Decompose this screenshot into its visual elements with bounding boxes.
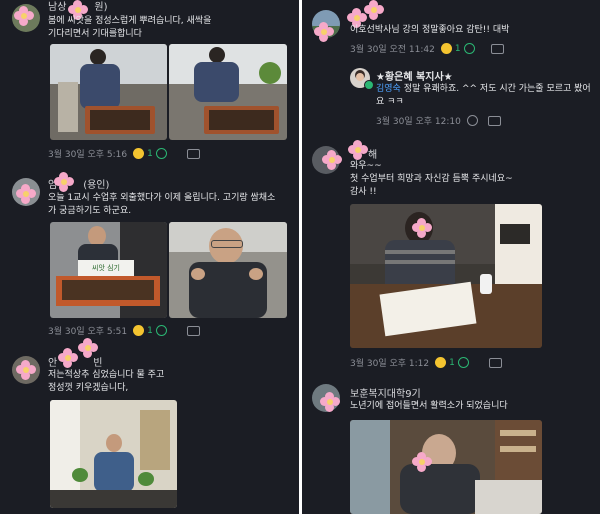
emoji-reaction-icon [133,148,145,159]
reaction-add-icon [457,357,469,368]
seed-sign: 씨앗 심기 [78,260,134,276]
verified-badge-icon [364,80,374,90]
post-photo[interactable] [169,222,287,318]
post-photo[interactable] [350,420,542,514]
post-meta: 3월 30일 오후 1:12 1 [350,356,502,369]
post-photo[interactable]: 씨앗 심기 [50,222,167,318]
flower-sticker-icon [364,0,384,20]
post-photo[interactable] [50,400,177,508]
post-author[interactable]: 해 [368,146,377,161]
post-text: 노년기에 접어들면서 활력소가 되었습니다 [350,401,508,411]
post-time: 3월 30일 오후 5:51 [48,327,128,337]
reaction-add-icon [466,115,478,126]
post-meta: 3월 30일 오전 11:42 1 [350,42,504,55]
like-button[interactable] [466,115,478,126]
flower-sticker-icon [78,338,98,358]
emoji-reaction-icon [440,43,452,54]
comment-icon[interactable] [186,325,200,336]
like-count[interactable]: 1 [133,325,167,336]
flower-sticker-icon [348,140,368,160]
like-count[interactable]: 1 [435,357,469,368]
like-count[interactable]: 1 [440,43,475,54]
reply-time: 3월 30일 오후 12:10 [376,117,461,127]
reply-text: 김영숙 정말 유쾌하죠. ^^ 저도 시간 가는줄 모르고 봤어요 ㅋㅋ [376,84,591,107]
comment-icon[interactable] [186,148,200,159]
post-author[interactable]: 보훈복지대학9기 [350,385,421,400]
emoji-reaction-icon [435,357,447,368]
flower-sticker-icon [320,392,340,412]
avatar[interactable] [12,178,40,206]
post-meta: 3월 30일 오후 5:51 1 [48,324,200,337]
emoji-reaction-icon [133,325,145,336]
post-text: 오늘 1교시 수업후 외출했다가 이제 올립니다. 고기랑 쌈채소 가 궁금하기… [48,193,276,216]
flower-sticker-icon [54,172,74,192]
comment-icon[interactable] [490,43,504,54]
flower-sticker-icon [16,184,36,204]
flower-sticker-icon [412,218,432,238]
flower-sticker-icon [14,6,34,26]
reaction-add-icon [155,325,167,336]
flower-sticker-icon [412,452,432,472]
post-meta: 3월 30일 오후 5:16 1 [48,147,200,160]
comment-icon[interactable] [487,115,501,126]
like-count[interactable]: 1 [133,148,167,159]
reaction-add-icon [463,43,475,54]
post-text: 봄에 씨앗을 정성스럽게 뿌려습니다, 새싹을 기다리면서 기대를합니다 [48,16,212,39]
avatar[interactable] [12,4,40,32]
flower-sticker-icon [58,348,78,368]
comment-icon[interactable] [488,357,502,368]
post-text: 와우~~ 첫 수업부터 희망과 자신감 듬뿍 주시네요~ 감사 !! [350,161,513,197]
reaction-add-icon [155,148,167,159]
post-time: 3월 30일 오전 11:42 [350,45,435,55]
reply-meta: 3월 30일 오후 12:10 [376,114,501,127]
avatar[interactable] [12,356,40,384]
post-text: 이호선박사님 강의 정말좋아요 감탄!! 대박 [350,25,510,35]
left-feed-panel: 남상 원) 봄에 씨앗을 정성스럽게 뿌려습니다, 새싹을 기다리면서 기대를합니… [0,0,299,514]
mention-link[interactable]: 김영숙 [376,84,401,94]
post-time: 3월 30일 오후 5:16 [48,150,128,160]
reply-author[interactable]: ★황은혜 복지사★ [376,68,453,83]
flower-sticker-icon [314,22,334,42]
post-photo[interactable] [350,204,542,348]
right-feed-panel: 이호선박사님 강의 정말좋아요 감탄!! 대박 3월 30일 오전 11:42 … [302,0,600,514]
post-time: 3월 30일 오후 1:12 [350,359,430,369]
flower-sticker-icon [16,360,36,380]
flower-sticker-icon [322,150,342,170]
post-photo[interactable] [169,44,287,140]
post-photo[interactable] [50,44,167,140]
post-text: 저는적상추 심었습니다 물 주고 정성껏 키우겠습니다, [48,370,165,393]
